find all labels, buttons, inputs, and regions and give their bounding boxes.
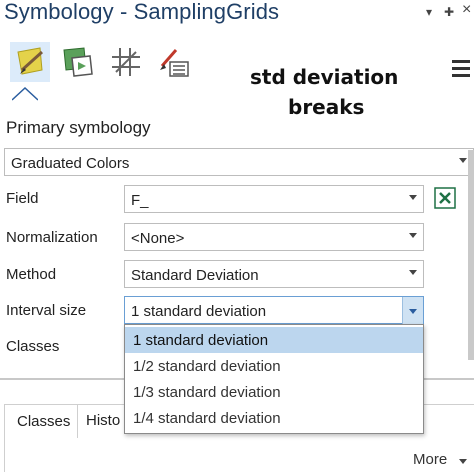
vary-symbology-icon [63, 47, 93, 77]
more-menu-label[interactable]: More [413, 451, 447, 468]
method-value: Standard Deviation [131, 267, 259, 284]
classes-label: Classes [6, 338, 60, 355]
field-value: F_ [131, 192, 149, 209]
vary-symbology-tab[interactable] [58, 42, 98, 82]
title-bar: Symbology - SamplingGrids ▾ ✚ × [0, 0, 474, 30]
active-tab-caret-icon [12, 86, 38, 101]
close-icon[interactable]: × [462, 1, 471, 19]
label-classes-tab[interactable] [106, 42, 146, 82]
label-classes-icon [112, 48, 140, 76]
renderer-value: Graduated Colors [11, 155, 130, 172]
annotation-line1: std deviation [250, 65, 399, 89]
renderer-select[interactable]: Graduated Colors [4, 148, 474, 176]
symbology-toolbar [0, 38, 474, 108]
interval-size-dropdown: 1 standard deviation 1/2 standard deviat… [124, 324, 424, 434]
normalization-label: Normalization [6, 229, 98, 246]
panel-scrollbar[interactable] [468, 150, 474, 360]
interval-size-label: Interval size [6, 302, 87, 319]
chevron-down-icon [409, 195, 417, 200]
symbol-layer-drawing-tab[interactable] [154, 42, 194, 82]
dropdown-option[interactable]: 1/4 standard deviation [125, 405, 423, 431]
dropdown-option[interactable]: 1/2 standard deviation [125, 353, 423, 379]
interval-size-value: 1 standard deviation [131, 303, 267, 320]
primary-symbology-icon [17, 47, 44, 75]
dropdown-option[interactable]: 1 standard deviation [125, 327, 423, 353]
chevron-down-icon [409, 270, 417, 275]
section-title: Primary symbology [6, 118, 151, 137]
menu-icon[interactable] [452, 60, 470, 80]
tab-classes[interactable]: Classes [4, 404, 78, 438]
method-select[interactable]: Standard Deviation [124, 260, 424, 288]
field-label: Field [6, 190, 39, 207]
primary-symbology-tab[interactable] [10, 42, 50, 82]
tab-histogram[interactable]: Histo [74, 404, 128, 438]
method-label: Method [6, 266, 57, 283]
dropdown-option[interactable]: 1/3 standard deviation [125, 379, 423, 405]
interval-size-select[interactable]: 1 standard deviation [124, 296, 424, 325]
chevron-down-icon[interactable] [459, 459, 467, 464]
chevron-down-icon [409, 233, 417, 238]
field-select[interactable]: F_ [124, 185, 424, 213]
normalization-value: <None> [131, 230, 185, 247]
pane-title: Symbology - SamplingGrids [4, 0, 280, 24]
annotation-line2: breaks [288, 95, 365, 119]
symbol-layer-drawing-icon [160, 49, 189, 77]
auto-hide-icon[interactable]: ✚ [444, 5, 454, 19]
chevron-down-icon [459, 158, 467, 163]
pane-options-icon[interactable]: ▾ [426, 5, 432, 19]
chevron-down-icon [409, 309, 417, 314]
expression-icon[interactable] [434, 187, 456, 209]
interval-dropdown-button[interactable] [402, 297, 423, 325]
normalization-select[interactable]: <None> [124, 223, 424, 251]
